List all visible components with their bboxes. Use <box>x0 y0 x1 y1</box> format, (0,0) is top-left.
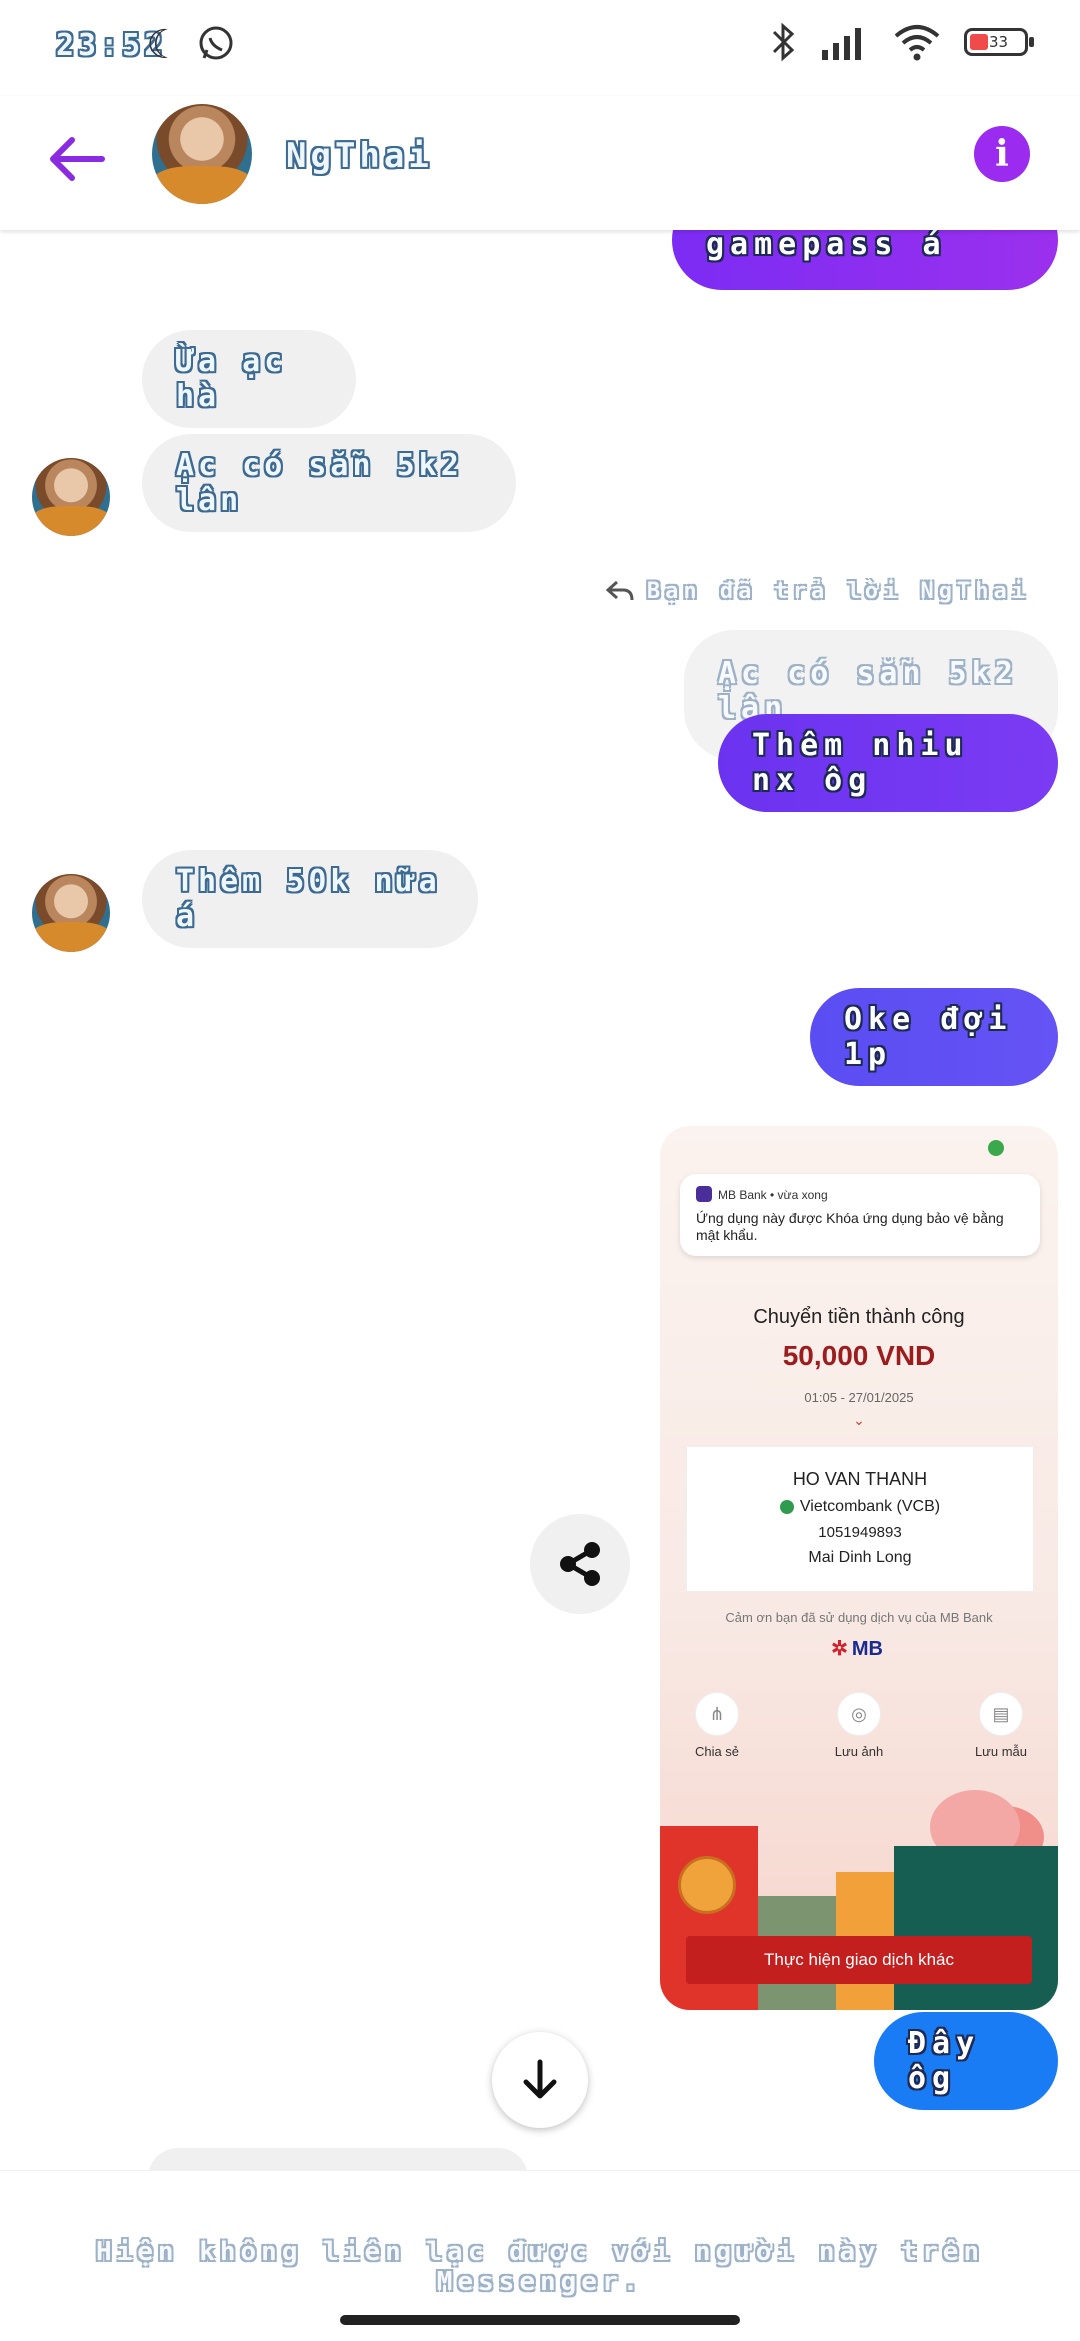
message-bubble-incoming[interactable] <box>148 2148 528 2170</box>
home-indicator[interactable] <box>340 2315 740 2325</box>
signal-icon <box>822 28 861 60</box>
bank-logo-icon <box>779 1499 794 1514</box>
unavailable-footer: Hiện không liên lạc được với người này t… <box>0 2170 1080 2341</box>
camera-icon: ◎ <box>837 1692 881 1736</box>
reply-note-text: Bạn đã trả lời NgThai <box>646 578 1030 604</box>
sender-avatar[interactable] <box>32 874 110 952</box>
recipient-account: 1051949893 <box>818 1524 902 1541</box>
chat-header: NgThai i <box>0 96 1080 230</box>
message-bubble-incoming[interactable]: Thêm 50k nữa á <box>142 850 478 948</box>
reply-indicator: Bạn đã trả lời NgThai <box>605 578 1030 604</box>
transfer-date: 01:05 - 27/01/2025 <box>804 1390 914 1405</box>
notification-message: Ứng dụng này được Khóa ứng dụng bảo vệ b… <box>696 1210 1004 1243</box>
transfer-title: Chuyển tiền thành công <box>753 1306 965 1328</box>
recipient-card: HO VAN THANH Vietcombank (VCB) 105194989… <box>686 1446 1034 1592</box>
do-not-disturb-icon: ☾ <box>146 22 182 68</box>
action-save-template: ▤ Lưu mẫu <box>956 1692 1046 1759</box>
star-icon: ✲ <box>831 1638 848 1660</box>
back-arrow-icon[interactable] <box>44 126 110 192</box>
chevron-down-icon: ⌄ <box>853 1412 865 1428</box>
recipient-branch: Mai Dinh Long <box>808 1549 912 1566</box>
mb-app-icon <box>696 1186 712 1202</box>
info-icon[interactable]: i <box>974 126 1030 182</box>
message-list[interactable]: Tui lấy gamepass á Ừa ạc hà Ạc có sẵn 5k… <box>0 230 1080 2170</box>
whatsapp-icon <box>199 26 233 60</box>
contact-name[interactable]: NgThai <box>286 136 433 176</box>
action-share: ⋔ Chia sẻ <box>672 1692 762 1759</box>
document-icon: ▤ <box>979 1692 1023 1736</box>
recipient-name: HO VAN THANH <box>792 1469 928 1489</box>
message-bubble-incoming[interactable]: Ừa ạc hà <box>142 330 356 428</box>
arrow-down-icon <box>523 2059 557 2099</box>
message-bubble-outgoing[interactable]: Oke đợi 1p <box>810 988 1058 1086</box>
notification-card: MB Bank • vừa xong Ứng dụng này được Khó… <box>680 1174 1040 1256</box>
new-transaction-button: Thực hiện giao dịch khác <box>686 1936 1032 1984</box>
recipient-bank: Vietcombank (VCB) <box>799 1498 941 1515</box>
action-save-image: ◎ Lưu ảnh <box>814 1692 904 1759</box>
shield-badge-icon <box>988 1140 1004 1156</box>
share-button[interactable] <box>530 1514 630 1614</box>
status-icons: 33 <box>768 22 1034 62</box>
message-bubble-outgoing[interactable]: Đây ôg <box>874 2012 1058 2110</box>
reply-arrow-icon <box>605 580 634 601</box>
transfer-amount: 50,000 VND <box>782 1340 936 1371</box>
scroll-to-bottom-button[interactable] <box>492 2032 588 2128</box>
sender-avatar[interactable] <box>32 458 110 536</box>
thanks-text: Cảm ơn bạn đã sử dụng dịch vụ của MB Ban… <box>725 1610 993 1625</box>
unavailable-notice: Hiện không liên lạc được với người này t… <box>95 2237 985 2297</box>
battery-level: 33 <box>989 33 1009 51</box>
message-bubble-incoming[interactable]: Ạc có sẵn 5k2 lân <box>142 434 516 532</box>
message-bubble-outgoing[interactable]: Thêm nhiu nx ôg <box>718 714 1058 812</box>
status-bar: 23:52 ☾ 33 <box>0 0 1080 96</box>
battery-icon: 33 <box>964 28 1034 56</box>
mb-logo: ✲ MB <box>831 1638 883 1660</box>
notification-app: MB Bank • vừa xong <box>718 1188 828 1202</box>
bluetooth-icon <box>772 22 795 62</box>
contact-avatar[interactable] <box>152 104 252 204</box>
message-bubble-outgoing[interactable]: Tui lấy gamepass á <box>672 230 1058 290</box>
share-icon: ⋔ <box>695 1692 739 1736</box>
gift-decoration <box>894 1846 1058 2010</box>
screenshot-attachment[interactable]: MB Bank • vừa xong Ứng dụng này được Khó… <box>660 1126 1058 2010</box>
share-icon <box>560 1542 600 1586</box>
wifi-icon <box>894 25 940 61</box>
